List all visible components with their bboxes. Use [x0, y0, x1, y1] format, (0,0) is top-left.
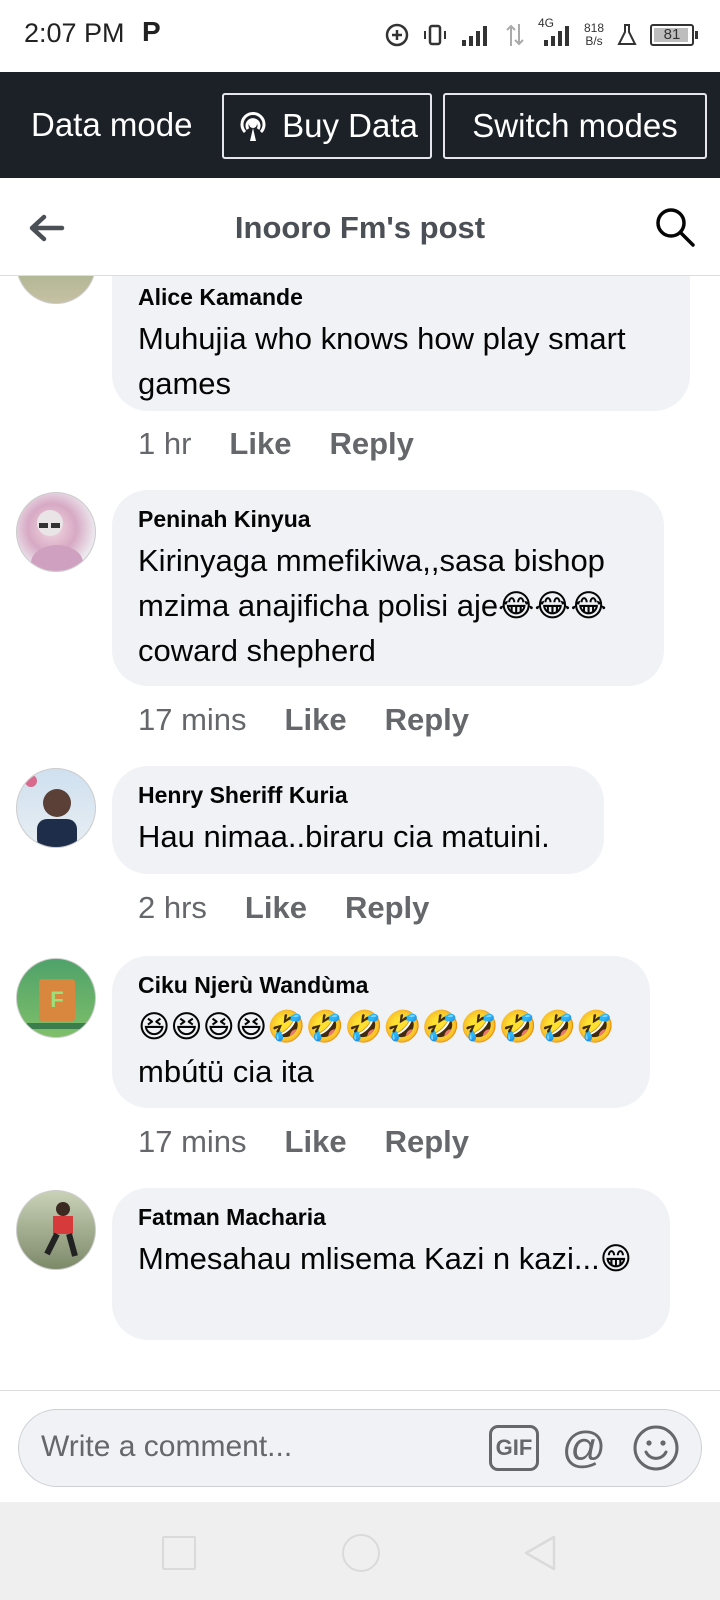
- comment-time[interactable]: 2 hrs: [138, 890, 207, 926]
- emoji-button[interactable]: [631, 1423, 681, 1473]
- avatar[interactable]: [16, 1190, 96, 1270]
- comment-bubble[interactable]: Fatman Macharia Mmesahau mlisema Kazi n …: [112, 1188, 670, 1340]
- comment-bubble[interactable]: Peninah Kinyua Kirinyaga mmefikiwa,,sasa…: [112, 490, 664, 686]
- buy-data-label: Buy Data: [282, 107, 418, 144]
- comment-author[interactable]: Alice Kamande: [138, 282, 664, 312]
- comment-meta: 17 mins Like Reply: [138, 702, 469, 738]
- page-title: Inooro Fm's post: [234, 210, 486, 245]
- recents-button[interactable]: [162, 1536, 196, 1570]
- post-header: Inooro Fm's post: [0, 178, 720, 276]
- battery-icon: 81: [650, 24, 698, 46]
- comment-time[interactable]: 1 hr: [138, 426, 191, 462]
- search-button[interactable]: [654, 206, 696, 248]
- reply-button[interactable]: Reply: [329, 426, 413, 462]
- comment-time[interactable]: 17 mins: [138, 702, 247, 738]
- comment-text: Hau nimaa..biraru cia matuini.: [138, 819, 550, 854]
- status-bar: 2:07 PM P 4G 818 B/s 81: [0, 0, 720, 72]
- comment-author[interactable]: Peninah Kinyua: [138, 504, 638, 534]
- avatar[interactable]: [16, 768, 96, 848]
- back-triangle-icon[interactable]: [522, 1534, 558, 1572]
- comments-list[interactable]: Alice Kamande Muhujia who knows how play…: [0, 276, 720, 1390]
- broadcast-icon: [240, 112, 266, 141]
- avatar[interactable]: [16, 492, 96, 572]
- data-mode-label: Data mode: [31, 106, 193, 143]
- switch-modes-label: Switch modes: [472, 107, 678, 144]
- home-button[interactable]: [342, 1534, 380, 1572]
- smiley-icon: [633, 1425, 679, 1471]
- comment-placeholder: Write a comment...: [41, 1430, 293, 1463]
- comment-text: Muhujia who knows how play smart games: [138, 321, 626, 401]
- avatar[interactable]: F: [16, 958, 96, 1038]
- comment-bubble[interactable]: Henry Sheriff Kuria Hau nimaa..biraru ci…: [112, 766, 604, 874]
- comment-input[interactable]: Write a comment... GIF @: [18, 1409, 702, 1487]
- comment-author[interactable]: Fatman Macharia: [138, 1202, 644, 1232]
- vibrate-icon: [423, 24, 446, 46]
- net-speed: 818 B/s: [583, 21, 604, 48]
- switch-modes-button[interactable]: Switch modes: [443, 93, 707, 159]
- comment-text: Kirinyaga mmefikiwa,,sasa bishop mzima a…: [138, 543, 607, 668]
- signal-icon: [461, 26, 487, 46]
- comment-text: 😆😆😆😆🤣🤣🤣🤣🤣🤣🤣🤣🤣mbútü cia ita: [138, 1009, 615, 1089]
- svg-text:F: F: [50, 987, 63, 1012]
- reply-button[interactable]: Reply: [385, 1124, 469, 1160]
- comment-meta: 1 hr Like Reply: [138, 426, 414, 462]
- network-type: 4G: [538, 16, 572, 48]
- status-time: 2:07 PM: [24, 18, 125, 48]
- comment-composer: Write a comment... GIF @: [0, 1390, 720, 1502]
- data-arrows-icon: [506, 24, 524, 46]
- flask-icon: [617, 24, 637, 45]
- avatar-image: [44, 1202, 78, 1257]
- avatar[interactable]: [16, 276, 96, 304]
- comment-author[interactable]: Henry Sheriff Kuria: [138, 780, 578, 810]
- comment-bubble[interactable]: Alice Kamande Muhujia who knows how play…: [112, 276, 690, 411]
- reply-button[interactable]: Reply: [345, 890, 429, 926]
- gif-button[interactable]: GIF: [489, 1425, 539, 1471]
- avatar-image: F: [27, 979, 87, 1029]
- comment-meta: 2 hrs Like Reply: [138, 890, 429, 926]
- like-button[interactable]: Like: [245, 890, 307, 926]
- add-circle-icon: [385, 23, 409, 47]
- mention-button[interactable]: @: [559, 1423, 609, 1473]
- comment-meta: 17 mins Like Reply: [138, 1124, 469, 1160]
- like-button[interactable]: Like: [285, 702, 347, 738]
- comment-bubble[interactable]: Ciku Njerù Wandùma 😆😆😆😆🤣🤣🤣🤣🤣🤣🤣🤣🤣mbútü ci…: [112, 956, 650, 1108]
- status-icons: 4G 818 B/s 81: [384, 16, 698, 52]
- avatar-image: [31, 510, 83, 571]
- like-button[interactable]: Like: [229, 426, 291, 462]
- reply-button[interactable]: Reply: [385, 702, 469, 738]
- data-mode-banner: Data mode Buy Data Switch modes: [0, 72, 720, 178]
- comment-time[interactable]: 17 mins: [138, 1124, 247, 1160]
- buy-data-button[interactable]: Buy Data: [222, 93, 432, 159]
- comment-author[interactable]: Ciku Njerù Wandùma: [138, 970, 624, 1000]
- avatar-image: [25, 775, 77, 847]
- like-button[interactable]: Like: [285, 1124, 347, 1160]
- system-nav-bar: [0, 1502, 720, 1600]
- parking-icon: P: [142, 16, 161, 47]
- comment-text: Mmesahau mlisema Kazi n kazi...😁: [138, 1241, 633, 1276]
- search-icon: [656, 208, 695, 247]
